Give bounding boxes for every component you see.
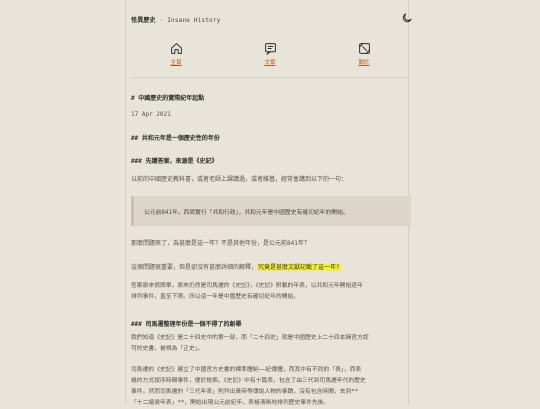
article-icon	[264, 43, 276, 55]
paragraph-line: 格的方式按序時間事件，便於檢索。《史記》中有十篇表，包含了由三代到司馬遷年代的歷…	[131, 378, 366, 384]
paragraph-line: 答案原來很簡單，原來仍然是司馬遷的《史記》，《史記》附載的年表，以共和元年開始逐…	[131, 283, 363, 289]
site-title[interactable]: 怪異歷史 · Insane History	[131, 15, 221, 24]
site-title-subtitle[interactable]: · Insane History	[156, 17, 221, 24]
article-title: # 中國歷史的實際紀年起點	[131, 95, 205, 102]
paragraph: 我們知道《史記》是二十四史中的第一部，而「二十四史」就是中國歷史上二十四本擁官方…	[131, 333, 408, 355]
top-bar: 怪異歷史 · Insane History	[131, 8, 413, 30]
paragraph-line: 司馬遷的《史記》建立了中國官方史書的標準體制——紀傳體，而其中有不同的「表」，而…	[131, 367, 362, 373]
section-heading: ## 共和元年是一個歷史性的年份	[131, 135, 220, 142]
nav-item-about[interactable]: 關於	[344, 42, 384, 66]
paragraph-line: 「十二諸侯年表」**，開始出現公元前紀年，表格清晰地排列歷史事件先後。	[131, 400, 330, 406]
paragraph-highlight: 這個問題很重要，但是卻沒有甚麼詳細的解釋，究竟是甚麼文獻記載了這一年?	[131, 262, 341, 271]
blockquote-text: 公元前841年，西周實行「共和行政」，共和元年是中國歷史有確切紀年的開始。	[144, 210, 349, 216]
highlighted-text: 究竟是甚麼文獻記載了這一年?	[257, 264, 341, 271]
paragraph: 答案原來很簡單，原來仍然是司馬遷的《史記》，《史記》附載的年表，以共和元年開始逐…	[131, 281, 408, 303]
site-title-main[interactable]: 怪異歷史	[131, 17, 156, 24]
nav-item-label: 關於	[358, 60, 370, 66]
paragraph-line: 排列事件，直至下限。所以這一年是中國歷史有確切紀年的開始。	[131, 294, 300, 300]
moon-icon[interactable]	[401, 12, 413, 24]
paragraph: 司馬遷的《史記》建立了中國官方史書的標準體制——紀傳體，而其中有不同的「表」，而…	[131, 365, 408, 409]
paragraph-line: 事件。然而司馬遷的「三代年表」則列出黃帝等傳說人物的事蹟，沒有包含時間，去到**	[131, 389, 359, 395]
blockquote: 公元前841年，西周實行「共和行政」，共和元年是中國歷史有確切紀年的開始。	[131, 196, 411, 226]
subsection-heading: ### 先講答案，來源是《史記》	[131, 158, 218, 165]
home-icon	[170, 43, 182, 54]
main-nav: 主頁 文章 關於	[131, 42, 408, 72]
paragraph: 以前的中國歷史教科書，或者老師上課講過，或者維基，經常會講到以下的一句：	[131, 176, 348, 183]
nav-item-label: 文章	[264, 60, 276, 66]
paragraph-text: 這個問題很重要，但是卻沒有甚麼詳細的解釋，	[131, 264, 258, 271]
paragraph-line: 我們知道《史記》是二十四史中的第一部，而「二十四史」就是中國歷史上二十四本擁官方…	[131, 335, 369, 341]
nav-item-label: 主頁	[170, 60, 182, 66]
article-date: 17 Apr 2021	[131, 111, 171, 118]
nav-item-home[interactable]: 主頁	[156, 42, 196, 66]
header-divider	[131, 77, 408, 78]
nav-item-articles[interactable]: 文章	[250, 42, 290, 66]
paragraph-line: 可的史書，被視為「正史」。	[131, 346, 204, 352]
about-icon	[358, 43, 370, 54]
paragraph: 那麼問題來了，為甚麼是這一年？不是其他年份，是公元前841年？	[131, 240, 310, 247]
subsection-heading: ### 司馬遷整理年份是一個不得了的創舉	[131, 321, 242, 328]
left-rail	[125, 0, 126, 405]
